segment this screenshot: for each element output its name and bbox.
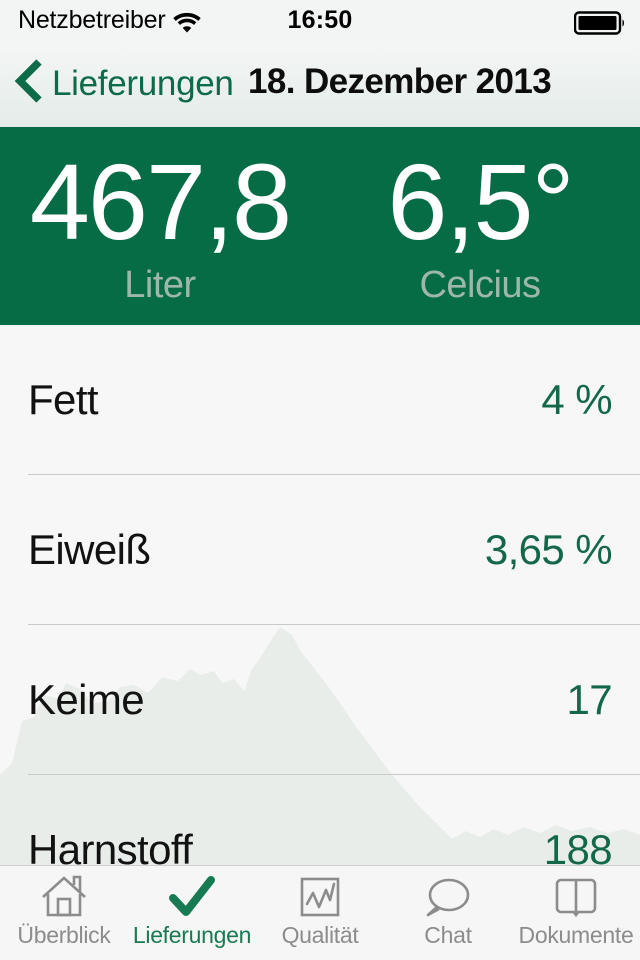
- status-bar: Netzbetreiber 16:50: [0, 0, 640, 42]
- row-label: Fett: [28, 376, 99, 423]
- tab-lieferungen[interactable]: Lieferungen: [128, 866, 256, 960]
- summary-panel: 467,8 Liter 6,5° Celcius: [0, 127, 640, 325]
- app-screen: Netzbetreiber 16:50 Lieferungen 18. Deze…: [0, 0, 640, 960]
- table-row[interactable]: Eiweiß 3,65 %: [0, 475, 640, 625]
- open-book-icon: [550, 873, 602, 921]
- line-chart-icon: [294, 873, 346, 921]
- row-label: Harnstoff: [28, 826, 193, 866]
- row-value: 188: [543, 826, 613, 866]
- temperature-value: 6,5°: [387, 141, 574, 262]
- house-icon: [38, 873, 90, 921]
- volume-unit: Liter: [124, 264, 196, 306]
- summary-metric-volume: 467,8 Liter: [0, 127, 320, 325]
- row-value: 3,65 %: [484, 526, 613, 573]
- clock-label: 16:50: [287, 6, 353, 34]
- row-label: Eiweiß: [28, 526, 151, 573]
- tab-label: Dokumente: [518, 922, 634, 948]
- tab--berblick[interactable]: Überblick: [0, 866, 128, 960]
- back-button[interactable]: Lieferungen: [14, 58, 234, 109]
- table-row[interactable]: Harnstoff 188: [0, 775, 640, 866]
- back-button-label: Lieferungen: [52, 64, 234, 103]
- tab-dokumente[interactable]: Dokumente: [512, 866, 640, 960]
- temperature-unit: Celcius: [419, 264, 541, 306]
- speech-bubble-icon: [422, 873, 474, 921]
- tab-label: Überblick: [17, 922, 111, 948]
- measurements-list: Fett 4 % Eiweiß 3,65 % Keime 17 Harnstoff 188: [0, 325, 640, 865]
- table-row[interactable]: Fett 4 %: [0, 325, 640, 475]
- tab-qualit-t[interactable]: Qualität: [256, 866, 384, 960]
- navigation-bar: Lieferungen 18. Dezember 2013: [0, 42, 640, 127]
- tab-label: Chat: [424, 922, 472, 948]
- chevron-left-icon: [14, 58, 44, 109]
- battery-full-icon: [573, 11, 626, 40]
- row-label: Keime: [28, 676, 145, 723]
- tab-chat[interactable]: Chat: [384, 866, 512, 960]
- page-title: 18. Dezember 2013: [248, 62, 552, 101]
- tab-bar: Überblick Lieferungen Qualität Chat Dokument…: [0, 865, 640, 960]
- volume-value: 467,8: [29, 141, 292, 262]
- summary-metric-temperature: 6,5° Celcius: [320, 127, 640, 325]
- row-value: 4 %: [541, 376, 612, 423]
- tab-label: Lieferungen: [132, 922, 252, 948]
- tab-label: Qualität: [281, 922, 359, 948]
- checkmark-icon: [166, 873, 218, 921]
- row-value: 17: [566, 676, 612, 723]
- table-row[interactable]: Keime 17: [0, 625, 640, 775]
- list-rows: Fett 4 % Eiweiß 3,65 % Keime 17 Harnstoff 188: [0, 325, 640, 865]
